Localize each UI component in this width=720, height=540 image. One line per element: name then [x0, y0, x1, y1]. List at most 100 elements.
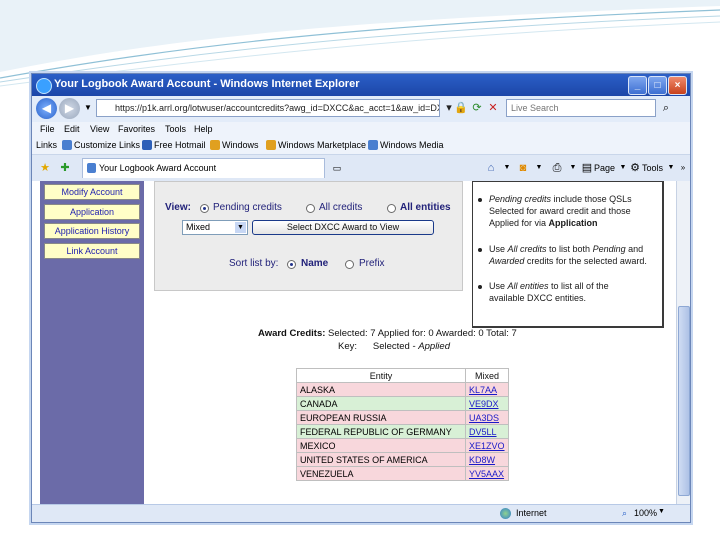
callsign-link[interactable]: KL7AA	[465, 382, 509, 397]
zoom-magnifier-icon[interactable]: ⌕	[622, 508, 627, 519]
home-dropdown-icon[interactable]: ▼	[500, 161, 514, 175]
link-marketplace[interactable]: Windows Marketplace	[278, 140, 366, 150]
print-icon[interactable]: ⎙	[550, 161, 564, 175]
page-content: Modify Account Application Application H…	[32, 181, 676, 504]
page-icon	[62, 140, 72, 150]
entity-cell: EUROPEAN RUSSIA	[296, 410, 466, 425]
menu-bar: File Edit View Favorites Tools Help	[32, 122, 690, 138]
history-dropdown-icon[interactable]: ▼	[81, 101, 95, 115]
search-icon[interactable]: ⌕	[658, 99, 674, 117]
tools-menu-button[interactable]: Tools	[642, 163, 663, 173]
callsign-link[interactable]: VE9DX	[465, 396, 509, 411]
pending-credits-radio[interactable]	[200, 204, 209, 213]
menu-favorites[interactable]: Favorites	[118, 124, 155, 134]
modify-account-button[interactable]: Modify Account	[44, 184, 140, 200]
favorites-star-icon[interactable]: ★	[38, 161, 52, 175]
table-row: FEDERAL REPUBLIC OF GERMANY DV5LL	[296, 424, 509, 439]
sort-prefix-label: Prefix	[359, 258, 385, 269]
tab-label: Your Logbook Award Account	[99, 163, 217, 173]
menu-tools[interactable]: Tools	[165, 124, 186, 134]
add-favorites-icon[interactable]: ✚	[58, 161, 72, 175]
mode-select[interactable]: Mixed ▼	[182, 220, 248, 235]
zoom-level[interactable]: 100%	[634, 508, 657, 518]
menu-help[interactable]: Help	[194, 124, 213, 134]
callsign-link[interactable]: XE1ZVO	[465, 438, 509, 453]
all-credits-label: All credits	[319, 202, 363, 213]
link-windows[interactable]: Windows	[222, 140, 259, 150]
page-icon[interactable]: ▤	[580, 161, 594, 175]
pending-credits-label: Pending credits	[213, 202, 282, 213]
url-input[interactable]	[96, 99, 440, 117]
back-icon[interactable]: ◀	[36, 98, 57, 119]
menu-edit[interactable]: Edit	[64, 124, 80, 134]
table-row: CANADA VE9DX	[296, 396, 509, 411]
maximize-icon[interactable]: □	[648, 76, 667, 95]
feeds-dropdown-icon[interactable]: ▼	[532, 161, 546, 175]
sort-label: Sort list by:	[229, 258, 279, 269]
security-zone-label: Internet	[516, 508, 547, 518]
info-all-credits: Use All credits to list both Pending and…	[489, 244, 647, 266]
window-title: Your Logbook Award Account - Windows Int…	[54, 78, 360, 90]
table-row: VENEZUELA YV5AAX	[296, 466, 509, 481]
address-bar: ◀ ▶ ▼ ▾ 🔒 ⟳ ✕ ⌕	[32, 96, 690, 123]
entity-cell: CANADA	[296, 396, 466, 411]
entity-cell: UNITED STATES OF AMERICA	[296, 452, 466, 467]
menu-file[interactable]: File	[40, 124, 55, 134]
tab-favicon-icon	[87, 163, 96, 173]
menu-view[interactable]: View	[90, 124, 109, 134]
ie-logo-icon	[36, 78, 52, 94]
sort-name-label: Name	[301, 258, 329, 269]
info-pending: Pending credits include those QSLs Selec…	[489, 194, 632, 228]
home-icon[interactable]: ⌂	[484, 161, 498, 175]
link-hotmail[interactable]: Free Hotmail	[154, 140, 206, 150]
toolbar-overflow-icon[interactable]: »	[676, 161, 690, 175]
feeds-icon[interactable]: ◙	[516, 161, 530, 175]
forward-icon[interactable]: ▶	[59, 98, 80, 119]
tab-bar: ★ ✚ Your Logbook Award Account ▭ ⌂ ▼ ◙ ▼…	[32, 155, 690, 182]
lock-icon[interactable]: 🔒	[454, 101, 468, 115]
callsign-link[interactable]: KD8W	[465, 452, 509, 467]
globe-icon	[500, 508, 511, 519]
bullet-icon	[478, 285, 482, 289]
links-bar: Links Customize Links Free Hotmail Windo…	[32, 138, 690, 155]
vertical-scrollbar[interactable]	[676, 181, 690, 504]
application-history-button[interactable]: Application History	[44, 223, 140, 239]
scrollbar-thumb[interactable]	[678, 306, 690, 496]
callsign-link[interactable]: UA3DS	[465, 410, 509, 425]
zoom-dropdown-icon[interactable]: ▼	[658, 508, 665, 515]
mode-select-value: Mixed	[186, 222, 211, 232]
all-credits-radio[interactable]	[306, 204, 315, 213]
table-row: UNITED STATES OF AMERICA KD8W	[296, 452, 509, 467]
table-row: MEXICO XE1ZVO	[296, 438, 509, 453]
page-menu-button[interactable]: Page	[594, 163, 615, 173]
all-entities-radio[interactable]	[387, 204, 396, 213]
select-dxcc-award-button[interactable]: Select DXCC Award to View	[252, 220, 434, 235]
entity-cell: ALASKA	[296, 382, 466, 397]
link-account-button[interactable]: Link Account	[44, 243, 140, 259]
link-customize[interactable]: Customize Links	[74, 140, 140, 150]
view-controls-panel: View: Pending credits All credits All en…	[154, 181, 463, 291]
tools-gear-icon[interactable]: ⚙	[628, 161, 642, 175]
table-row: EUROPEAN RUSSIA UA3DS	[296, 410, 509, 425]
application-button[interactable]: Application	[44, 204, 140, 220]
refresh-icon[interactable]: ⟳	[470, 101, 484, 115]
close-icon[interactable]: ×	[668, 76, 687, 95]
callsign-link[interactable]: DV5LL	[465, 424, 509, 439]
tab-logbook[interactable]: Your Logbook Award Account	[82, 158, 325, 178]
table-row: ALASKA KL7AA	[296, 382, 509, 397]
search-input[interactable]	[506, 99, 656, 117]
callsign-link[interactable]: YV5AAX	[465, 466, 509, 481]
bullet-icon	[478, 198, 482, 202]
sort-prefix-radio[interactable]	[345, 260, 354, 269]
view-label: View:	[165, 202, 191, 213]
media-icon	[368, 140, 378, 150]
award-credits-table: Entity Mixed ALASKA KL7AA CANADA VE9DX EUROP…	[296, 368, 509, 481]
print-dropdown-icon[interactable]: ▼	[566, 161, 580, 175]
stop-icon[interactable]: ✕	[486, 101, 500, 115]
new-tab-icon[interactable]: ▭	[330, 161, 344, 175]
minimize-icon[interactable]: _	[628, 76, 647, 95]
window-titlebar: Your Logbook Award Account - Windows Int…	[32, 74, 690, 96]
sidebar: Modify Account Application Application H…	[40, 181, 144, 504]
sort-name-radio[interactable]	[287, 260, 296, 269]
link-media[interactable]: Windows Media	[380, 140, 444, 150]
